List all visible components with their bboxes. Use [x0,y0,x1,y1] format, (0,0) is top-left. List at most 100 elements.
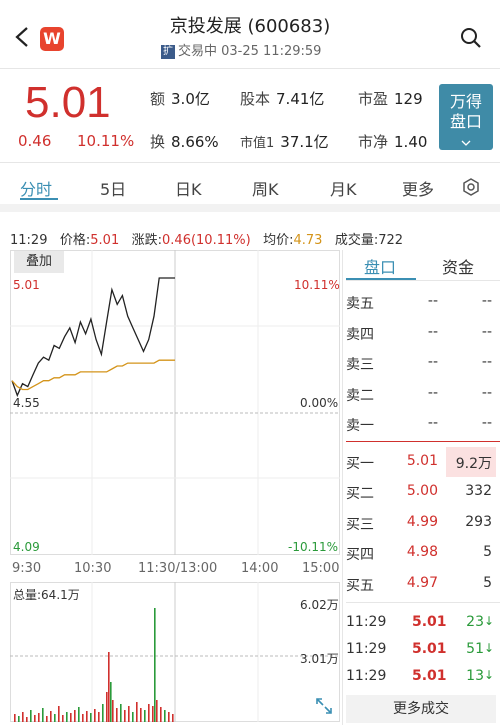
level-label: 买三 [346,516,374,533]
search-icon[interactable] [460,27,482,49]
info-avg: 4.73 [293,233,323,248]
price-low-label: 4.09 [13,540,40,554]
tab-intraday[interactable]: 分时 [20,176,52,200]
level-label: 买五 [346,577,374,594]
info-price: 5.01 [90,233,120,248]
trade-row: 11:29 5.01 51 ↓ [346,641,496,663]
trade-time: 11:29 [346,641,387,657]
ask-row: 卖五 -- -- [346,287,496,317]
volume-bar [154,608,156,722]
volume-bar [62,715,64,722]
overlay-button[interactable]: 叠加 [14,251,64,273]
volume-bar [66,712,68,722]
panel-divider [342,250,343,725]
trades-divider [346,602,500,603]
time-label: 9:30 [12,561,42,576]
tab-5day[interactable]: 5日 [100,176,126,200]
bid-row: 买五 4.97 5 [346,569,496,599]
pb-ratio: 市净 1.40 [358,131,427,152]
section-gap [0,204,500,212]
level-volume: -- [481,384,492,401]
wande-orderbook-button[interactable]: 万得 盘口 [439,84,493,150]
volume-bar [14,714,16,722]
volume-total: 总量:64.1万 [13,588,80,602]
share-capital-value: 7.41亿 [276,90,325,108]
pb-label: 市净 [358,133,389,151]
level-volume: -- [481,415,492,431]
volume-bar [38,713,40,722]
turnover-amount-label: 额 [150,90,166,108]
volume-max-label: 6.02万 [300,598,339,612]
status-text: 交易中 03-25 11:29:59 [178,44,322,59]
trade-time: 11:29 [346,614,387,630]
avg-price-line [11,359,175,391]
wande-button-line2: 盘口 [449,112,482,131]
header-divider [0,68,500,69]
volume-bar [98,712,100,722]
price-mid-label: 4.55 [13,396,40,410]
volume-bar [152,706,154,722]
settings-icon[interactable] [462,178,480,196]
volume-bar [54,714,56,722]
price-change: 0.46 [18,132,52,150]
volume-bar [128,706,130,722]
more-trades-button[interactable]: 更多成交 [346,695,496,723]
market-cap-value: 37.1亿 [280,133,329,151]
level-price: -- [427,323,438,340]
level-volume: 9.2万 [455,455,492,472]
level-volume: 5 [483,544,492,560]
level-label: 卖二 [346,387,374,404]
volume-bar [90,713,92,722]
volume-bar [102,704,104,722]
ask-row: 卖一 -- -- [346,409,496,439]
level-price: 4.98 [406,544,438,560]
tab-daily-k[interactable]: 日K [175,176,202,200]
pct-mid-label: 0.00% [300,396,339,410]
wande-button-line1: 万得 [449,92,482,111]
down-arrow-icon: ↓ [483,641,494,655]
volume-bar [112,700,114,722]
trade-volume: 23 [466,614,484,630]
volume-bar [120,704,122,722]
tab-more[interactable]: 更多 [402,176,434,200]
down-arrow-icon: ↓ [483,614,494,628]
level-label: 买四 [346,547,374,563]
down-arrow-icon: ↓ [483,668,494,682]
turnover-rate-label: 换 [150,133,166,151]
turnover-rate: 换 8.66% [150,131,219,152]
tab-orderbook[interactable]: 盘口 [364,254,396,278]
bid-row: 买二 5.00 332 [346,477,496,507]
volume-bar [168,712,170,722]
orderbook-header-divider [346,280,500,281]
level-label: 买二 [346,486,374,502]
expand-icon[interactable] [314,696,334,716]
volume-bar [144,710,146,722]
trade-price: 5.01 [412,641,447,657]
price-chart-svg [10,250,340,555]
ask-bid-divider [346,441,500,442]
market-cap: 市值1 37.1亿 [240,131,329,152]
level-price: -- [427,384,438,401]
app-header: W 京投发展 (600683) 扩交易中 03-25 11:29:59 [0,0,500,68]
volume-bar [124,710,126,722]
level-volume: 5 [483,574,492,591]
tab-capital[interactable]: 资金 [442,254,474,278]
volume-bar [164,710,166,722]
tab-monthly-k[interactable]: 月K [330,176,357,200]
turnover-amount-value: 3.0亿 [171,90,210,108]
stock-title: 京投发展 (600683) [169,16,331,37]
trade-price: 5.01 [412,668,447,684]
volume-bar [70,713,72,722]
volume-bar [34,715,36,722]
volume-bar [110,682,112,722]
share-capital: 股本 7.41亿 [240,88,324,109]
chevron-down-icon [461,140,471,146]
level-price: 4.97 [406,574,438,591]
volume-bar [26,717,28,722]
volume-bar [136,702,138,722]
level-price: 4.99 [406,513,438,530]
volume-bar [50,711,52,722]
pe-ratio: 市盈 129 [358,88,423,109]
tab-weekly-k[interactable]: 周K [252,176,279,200]
level-label: 卖一 [346,418,374,434]
